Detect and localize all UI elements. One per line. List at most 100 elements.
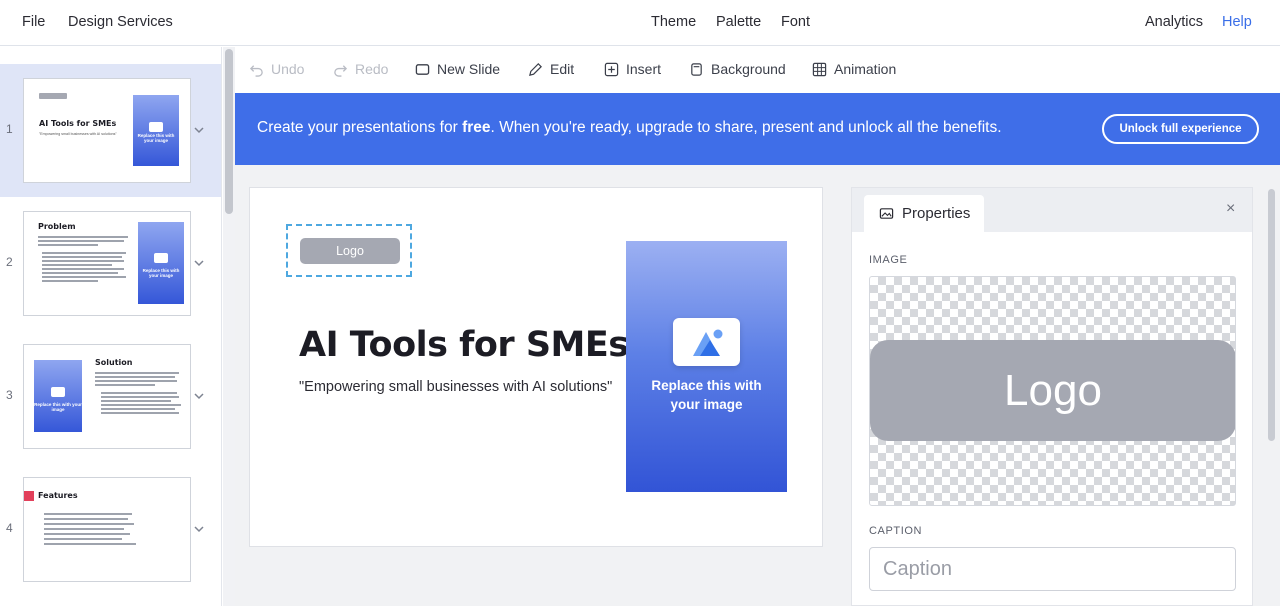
thumb-text-line xyxy=(95,376,175,378)
caption-line: Replace this with xyxy=(651,378,762,393)
toolbar: Undo Redo New Slide Edit Insert Backgrou… xyxy=(235,47,1280,93)
thumb-image-placeholder: Replace this with your image xyxy=(138,222,184,304)
thumb-text-line xyxy=(95,380,177,382)
slide-thumbnail-4[interactable]: 4 Features xyxy=(0,463,221,596)
background-button[interactable]: Background xyxy=(689,61,786,77)
menu-palette[interactable]: Palette xyxy=(716,14,761,30)
background-icon xyxy=(691,62,702,76)
slide-thumbnail-preview[interactable]: Features xyxy=(23,477,191,582)
caption-section-label: CAPTION xyxy=(869,525,923,537)
chevron-down-icon[interactable] xyxy=(193,390,207,404)
menu-file[interactable]: File xyxy=(22,14,45,30)
undo-icon xyxy=(249,64,263,77)
tab-label: Properties xyxy=(902,205,971,222)
menu-theme[interactable]: Theme xyxy=(651,14,696,30)
thumb-text-line xyxy=(38,236,128,238)
slide-thumbnail-preview[interactable]: Replace this with your image Solution xyxy=(23,344,191,449)
thumb-text-line xyxy=(42,268,124,270)
menu-bar: File Design Services Theme Palette Font … xyxy=(0,0,1280,46)
image-placeholder-caption: Replace this with your image xyxy=(626,376,787,414)
grid-icon xyxy=(812,62,827,76)
slide-number: 1 xyxy=(6,122,13,136)
redo-icon xyxy=(334,64,348,77)
new-slide-icon xyxy=(415,63,430,75)
redo-label: Redo xyxy=(355,61,389,77)
image-icon xyxy=(154,253,168,264)
slide-subtitle[interactable]: "Empowering small businesses with AI sol… xyxy=(299,379,612,395)
caption-input[interactable] xyxy=(869,547,1236,591)
unlock-full-experience-button[interactable]: Unlock full experience xyxy=(1102,114,1259,144)
slide-thumbnail-2[interactable]: 2 Problem Replace this with your image xyxy=(0,197,221,330)
edit-label: Edit xyxy=(550,61,575,77)
thumb-image-placeholder: Replace this with your image xyxy=(34,360,82,432)
thumb-text-line xyxy=(95,384,155,386)
thumb-text-line xyxy=(44,513,132,515)
thumb-image-caption: Replace this with your image xyxy=(137,133,175,143)
slide-thumbnail-preview[interactable]: AI Tools for SMEs "Empowering small busi… xyxy=(23,78,191,183)
thumb-text-line xyxy=(44,538,122,540)
thumb-text-line xyxy=(101,396,179,398)
thumb-text-line xyxy=(95,372,179,374)
close-icon[interactable]: × xyxy=(1226,200,1235,218)
preview-logo: Logo xyxy=(870,340,1235,441)
logo-placeholder[interactable]: Logo xyxy=(300,238,400,264)
plus-box-icon xyxy=(604,62,619,76)
thumb-text-line xyxy=(42,280,98,282)
new-slide-label: New Slide xyxy=(437,61,501,77)
thumb-text-line xyxy=(38,244,98,246)
banner-text: . When you're ready, upgrade to share, p… xyxy=(490,119,1002,136)
menu-design-services[interactable]: Design Services xyxy=(68,14,173,30)
thumb-accent-marker xyxy=(24,491,34,501)
thumb-title: AI Tools for SMEs xyxy=(39,119,117,128)
tab-properties[interactable]: Properties xyxy=(864,195,984,232)
thumb-text-line xyxy=(101,404,181,406)
animation-button[interactable]: Animation xyxy=(812,61,896,77)
thumb-text-line xyxy=(101,412,179,414)
thumb-logo-placeholder xyxy=(39,93,67,99)
chevron-down-icon[interactable] xyxy=(193,257,207,271)
insert-button[interactable]: Insert xyxy=(604,61,661,77)
properties-scrollbar[interactable] xyxy=(1266,187,1277,606)
thumb-image-caption: Replace this with your image xyxy=(34,402,82,412)
redo-button[interactable]: Redo xyxy=(333,61,388,77)
menu-font[interactable]: Font xyxy=(781,14,810,30)
slide-number: 4 xyxy=(6,521,13,535)
thumb-text-line xyxy=(42,264,112,266)
chevron-down-icon[interactable] xyxy=(193,124,207,138)
banner-message: Create your presentations for free. When… xyxy=(257,119,1002,137)
edit-button[interactable]: Edit xyxy=(528,61,574,77)
image-icon xyxy=(149,121,163,132)
new-slide-button[interactable]: New Slide xyxy=(415,61,500,77)
thumb-text-line xyxy=(44,543,136,545)
image-preview[interactable]: Logo xyxy=(869,276,1236,506)
slide-thumbnail-preview[interactable]: Problem Replace this with your image xyxy=(23,211,191,316)
thumb-text-line xyxy=(42,252,126,254)
thumb-text-line xyxy=(42,260,124,262)
properties-header: Properties × xyxy=(852,188,1252,232)
image-section-label: IMAGE xyxy=(869,254,908,266)
thumb-image-caption: Replace this with your image xyxy=(142,268,180,278)
animation-label: Animation xyxy=(834,61,897,77)
thumb-text-line xyxy=(44,518,128,520)
scrollbar-thumb[interactable] xyxy=(225,49,233,214)
caption-line: your image xyxy=(670,397,743,412)
banner-text-bold: free xyxy=(462,119,491,136)
menu-help[interactable]: Help xyxy=(1222,14,1252,30)
thumb-text-line xyxy=(101,392,177,394)
insert-label: Insert xyxy=(626,61,662,77)
scrollbar-thumb[interactable] xyxy=(1268,189,1275,441)
slide-thumbnail-3[interactable]: 3 Replace this with your image Solution xyxy=(0,330,221,463)
logo-selection-box[interactable]: Logo xyxy=(286,224,412,277)
properties-panel: Properties × IMAGE Logo CAPTION xyxy=(851,187,1253,606)
menu-analytics[interactable]: Analytics xyxy=(1145,14,1203,30)
thumb-text-line xyxy=(42,256,122,258)
thumb-text-line xyxy=(101,408,175,410)
thumbnails-scrollbar[interactable] xyxy=(223,47,235,606)
thumb-text-line xyxy=(44,533,130,535)
slide-title[interactable]: AI Tools for SMEs xyxy=(299,325,629,365)
slide-thumbnail-1[interactable]: 1 AI Tools for SMEs "Empowering small bu… xyxy=(0,64,221,197)
undo-button[interactable]: Undo xyxy=(249,61,304,77)
chevron-down-icon[interactable] xyxy=(193,523,207,537)
slide-canvas[interactable]: Logo AI Tools for SMEs "Empowering small… xyxy=(249,187,823,547)
image-placeholder[interactable]: Replace this with your image xyxy=(626,241,787,492)
